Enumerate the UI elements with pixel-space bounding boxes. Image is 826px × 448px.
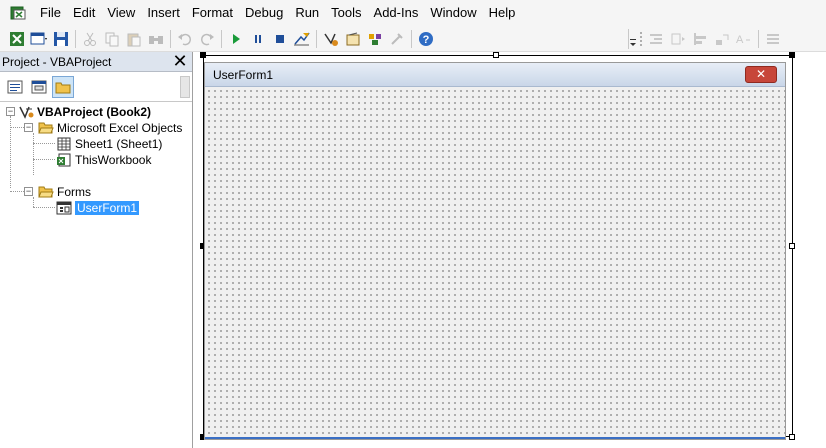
redo-icon[interactable] — [196, 28, 218, 50]
view-excel-icon[interactable] — [6, 28, 28, 50]
toolbar-scroll[interactable] — [180, 76, 190, 98]
menu-run[interactable]: Run — [289, 0, 325, 26]
resize-handle[interactable] — [493, 52, 499, 58]
menu-file[interactable]: File — [34, 0, 67, 26]
userform-icon — [56, 201, 72, 215]
userform-designer: UserForm1 ✕ — [193, 52, 826, 448]
tree-label-forms: Forms — [57, 185, 91, 199]
menu-window[interactable]: Window — [424, 0, 482, 26]
indent-icon[interactable] — [645, 28, 667, 50]
tree-node-userform1[interactable]: UserForm1 — [56, 200, 140, 216]
toolbar-separator — [75, 29, 76, 48]
find-icon[interactable] — [145, 28, 167, 50]
tree-label-excel-objects: Microsoft Excel Objects — [57, 121, 183, 135]
collapse-icon[interactable]: − — [24, 187, 33, 196]
vba-project-icon — [18, 105, 34, 119]
menu-edit[interactable]: Edit — [67, 0, 101, 26]
copy-icon[interactable] — [101, 28, 123, 50]
workbook-icon — [56, 153, 72, 167]
vba-app-icon[interactable] — [10, 5, 26, 21]
save-icon[interactable] — [50, 28, 72, 50]
menu-insert[interactable]: Insert — [141, 0, 186, 26]
insert-userform-icon[interactable] — [28, 28, 50, 50]
svg-text:?: ? — [423, 34, 430, 46]
tree-label-vbaproject: VBAProject (Book2) — [37, 105, 152, 119]
resize-handle[interactable] — [200, 52, 206, 58]
reset-icon[interactable] — [269, 28, 291, 50]
cut-icon[interactable] — [79, 28, 101, 50]
worksheet-icon — [56, 137, 72, 151]
menu-add-ins[interactable]: Add-Ins — [368, 0, 425, 26]
break-icon[interactable] — [247, 28, 269, 50]
outdent-icon[interactable] — [667, 28, 689, 50]
object-browser-icon[interactable] — [364, 28, 386, 50]
size-icon[interactable] — [711, 28, 733, 50]
view-object-icon[interactable] — [28, 76, 50, 98]
font-size-icon[interactable]: A — [733, 28, 755, 50]
toolbar-separator — [411, 29, 412, 48]
tree-label-sheet1: Sheet1 (Sheet1) — [75, 137, 163, 151]
toolbar-separator — [221, 29, 222, 48]
toolbar-separator — [758, 29, 759, 48]
close-icon[interactable]: ✕ — [745, 66, 777, 83]
menu-bar: File Edit View Insert Format Debug Run T… — [0, 0, 826, 26]
resize-handle[interactable] — [789, 52, 795, 58]
resize-handle[interactable] — [789, 434, 795, 440]
userform-grid[interactable] — [205, 87, 785, 439]
close-icon[interactable]: ✕ — [171, 52, 189, 71]
help-icon[interactable]: ? — [415, 28, 437, 50]
toggle-folders-icon[interactable] — [52, 75, 74, 98]
open-folder-icon — [38, 121, 54, 135]
tree-node-excel-objects[interactable]: Microsoft Excel Objects — [38, 120, 182, 136]
toolbar-separator — [316, 29, 317, 48]
paste-icon[interactable] — [123, 28, 145, 50]
resize-handle[interactable] — [789, 243, 795, 249]
project-explorer-title: Project - VBAProject — [2, 55, 112, 69]
userform-window[interactable]: UserForm1 ✕ — [204, 62, 786, 440]
project-explorer-title-bar[interactable]: Project - VBAProject ✕ — [0, 52, 192, 72]
menu-debug[interactable]: Debug — [239, 0, 289, 26]
list-icon[interactable] — [762, 28, 784, 50]
collapse-icon[interactable]: − — [6, 107, 15, 116]
align-icon[interactable] — [689, 28, 711, 50]
toolbar-separator — [170, 29, 171, 48]
tree-node-forms[interactable]: Forms — [38, 184, 91, 200]
collapse-icon[interactable]: − — [24, 123, 33, 132]
toolbar-grip-icon[interactable] — [637, 30, 645, 48]
userform-bottom-edge — [205, 437, 785, 439]
run-icon[interactable] — [225, 28, 247, 50]
project-tree: − VBAProject (Book2) − Microsoft Excel O… — [0, 102, 192, 215]
standard-toolbar: ? A — [0, 26, 826, 52]
tree-node-sheet1[interactable]: Sheet1 (Sheet1) — [56, 136, 162, 152]
menu-view[interactable]: View — [101, 0, 141, 26]
toolbar-options-icon[interactable] — [629, 30, 637, 48]
menu-tools[interactable]: Tools — [325, 0, 367, 26]
project-explorer-toolbar — [0, 72, 192, 102]
properties-icon[interactable] — [342, 28, 364, 50]
open-folder-icon — [38, 185, 54, 199]
toolbox-icon[interactable] — [386, 28, 408, 50]
svg-text:A: A — [736, 34, 744, 46]
project-explorer-icon[interactable] — [320, 28, 342, 50]
tree-label-userform1: UserForm1 — [75, 201, 140, 215]
userform-title: UserForm1 — [213, 68, 274, 82]
menu-help[interactable]: Help — [483, 0, 522, 26]
design-mode-icon[interactable] — [291, 28, 313, 50]
tree-label-thisworkbook: ThisWorkbook — [75, 153, 152, 167]
tree-node-vbaproject[interactable]: VBAProject (Book2) — [18, 104, 151, 120]
project-explorer-panel: Project - VBAProject ✕ − VBAProject (Boo… — [0, 52, 193, 448]
userform-title-bar[interactable]: UserForm1 ✕ — [205, 63, 785, 87]
view-code-icon[interactable] — [4, 76, 26, 98]
undo-icon[interactable] — [174, 28, 196, 50]
toolbar-spacer — [439, 28, 629, 49]
menu-format[interactable]: Format — [186, 0, 239, 26]
tree-node-thisworkbook[interactable]: ThisWorkbook — [56, 152, 151, 168]
